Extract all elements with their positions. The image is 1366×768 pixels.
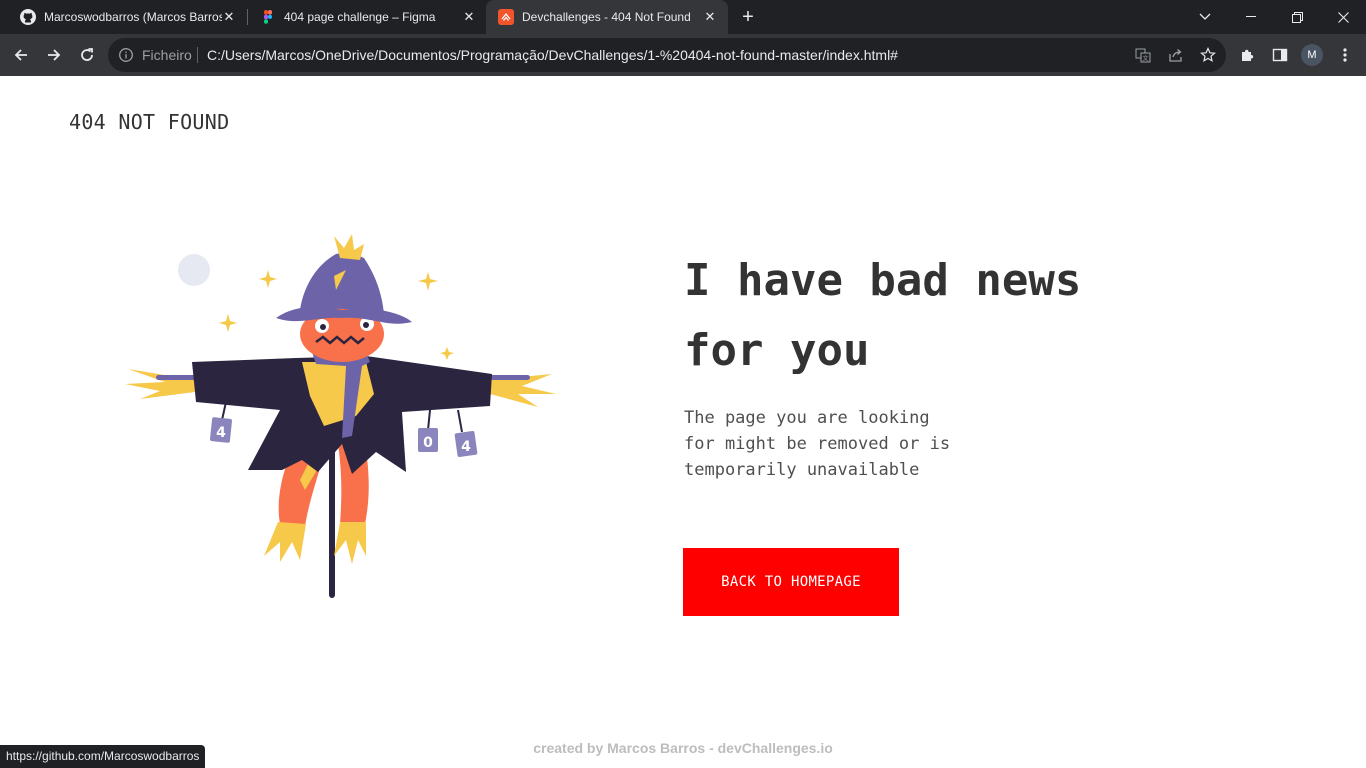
browser-tabstrip: Marcoswodbarros (Marcos Barros) ✕ 404 pa…	[0, 0, 1366, 34]
restore-icon[interactable]	[1274, 0, 1320, 34]
site-brand: 404 NOT FOUND	[69, 110, 230, 134]
forward-arrow-icon[interactable]	[42, 43, 66, 67]
extensions-puzzle-icon[interactable]	[1236, 43, 1260, 67]
description-line: The page you are looking	[684, 408, 930, 428]
tab-title: Devchallenges - 404 Not Found	[522, 10, 691, 24]
link-status-bar: https://github.com/Marcoswodbarros	[0, 745, 206, 768]
more-menu-icon[interactable]	[1333, 43, 1357, 67]
window-close-icon[interactable]	[1320, 0, 1366, 34]
back-arrow-icon[interactable]	[9, 43, 33, 67]
new-tab-button[interactable]: +	[737, 6, 759, 28]
github-icon	[20, 9, 36, 25]
share-icon[interactable]	[1166, 45, 1186, 65]
profile-avatar[interactable]: M	[1301, 44, 1323, 66]
devchallenges-icon	[498, 9, 514, 25]
url-text[interactable]: C:/Users/Marcos/OneDrive/Documentos/Prog…	[207, 38, 898, 72]
description-line: temporarily unavailable	[684, 460, 920, 480]
page-headline: I have bad news for you	[684, 246, 1244, 386]
back-to-homepage-button[interactable]: BACK TO HOMEPAGE	[683, 548, 899, 616]
description-line: for might be removed or is	[684, 434, 951, 454]
tab-github[interactable]: Marcoswodbarros (Marcos Barros) ✕	[0, 0, 247, 34]
address-divider	[197, 47, 198, 63]
figma-icon	[264, 10, 272, 24]
info-icon[interactable]	[118, 47, 134, 63]
minimize-icon[interactable]	[1228, 0, 1274, 34]
tab-figma[interactable]: 404 page challenge – Figma ✕	[240, 0, 487, 34]
address-bar[interactable]: Ficheiro C:/Users/Marcos/OneDrive/Docume…	[108, 38, 1226, 72]
can-label: 4	[216, 425, 226, 441]
tab-search-chevron-icon[interactable]	[1182, 0, 1228, 34]
close-icon[interactable]: ✕	[702, 9, 718, 25]
side-panel-icon[interactable]	[1268, 43, 1292, 67]
headline-line: for you	[684, 325, 870, 376]
reload-icon[interactable]	[75, 43, 99, 67]
headline-line: I have bad news	[684, 255, 1082, 306]
page-viewport: 404 NOT FOUND 4 0 4 I have bad news for …	[0, 76, 1366, 768]
close-icon[interactable]: ✕	[461, 9, 477, 25]
tab-title: Marcoswodbarros (Marcos Barros)	[44, 10, 222, 24]
scheme-label: Ficheiro	[142, 47, 192, 63]
tab-title: 404 page challenge – Figma	[284, 10, 436, 24]
translate-icon[interactable]: 文	[1133, 45, 1153, 65]
page-description: The page you are looking for might be re…	[684, 405, 1014, 483]
can-label: 0	[423, 435, 433, 451]
can-label: 4	[461, 439, 471, 455]
bookmark-star-icon[interactable]	[1198, 45, 1218, 65]
tab-devchallenges[interactable]: Devchallenges - 404 Not Found ✕	[486, 0, 728, 34]
browser-toolbar: Ficheiro C:/Users/Marcos/OneDrive/Docume…	[0, 34, 1366, 76]
scarecrow-illustration: 4 0 4	[125, 234, 556, 598]
svg-text:文: 文	[1142, 55, 1148, 63]
close-icon[interactable]: ✕	[221, 9, 237, 25]
